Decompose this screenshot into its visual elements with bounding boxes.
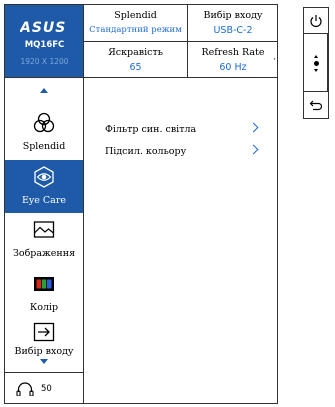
nav-item-splendid[interactable]: Splendid (5, 106, 83, 160)
refresh-rate-status-value: 60 Hz (219, 62, 247, 73)
osd-menu: ASUS MQ16FC 1920 X 1200 Splendid Стандар… (4, 4, 278, 404)
chevron-right-icon (248, 122, 259, 133)
brightness-status-label: Яскравість (108, 47, 163, 58)
menu-item-blue-light-filter[interactable]: Фільтр син. світла (105, 122, 265, 138)
headphones-icon (16, 382, 34, 396)
eye-care-submenu: Фільтр син. світла Підсил. кольору (84, 78, 278, 404)
nav-item-image[interactable]: Зображення (5, 213, 83, 267)
image-icon (33, 221, 55, 238)
nav-item-color[interactable]: Колір (5, 267, 83, 321)
nav-item-label: Колір (29, 302, 59, 313)
refresh-rate-status-label: Refresh Rate (201, 47, 265, 58)
power-icon (310, 15, 322, 28)
color-icon (34, 277, 54, 291)
splendid-status-label: Splendid (114, 10, 157, 21)
back-icon (309, 100, 323, 111)
header-dot-icon: · (273, 55, 276, 65)
asus-logo: ASUS (20, 20, 66, 33)
chevron-right-icon (248, 144, 259, 155)
menu-item-label: Фільтр син. світла (105, 124, 197, 135)
input-status-value: USB-C-2 (213, 25, 253, 36)
volume-value: 50 (41, 384, 52, 394)
model-name: MQ16FC (24, 40, 65, 50)
brand-panel: ASUS MQ16FC 1920 X 1200 (5, 5, 84, 78)
hardware-key-guide (303, 7, 329, 119)
resolution-readout: 1920 X 1200 (20, 57, 69, 66)
nav-item-label: Вибір входу (14, 346, 74, 357)
main-menu-nav: Splendid Eye Care Зображення Колір Вибір… (5, 78, 84, 373)
splendid-status: Splendid Стандартний режим (84, 5, 188, 42)
nav-item-label: Зображення (12, 248, 76, 259)
brightness-status-value: 65 (129, 62, 142, 73)
nav-item-input-select[interactable]: Вибір входу (5, 321, 83, 358)
refresh-rate-status: Refresh Rate 60 Hz · (188, 42, 278, 78)
navigation-joystick-key[interactable] (304, 34, 328, 92)
joystick-down-icon (314, 69, 318, 72)
svg-text:ASUS: ASUS (20, 20, 66, 33)
splendid-icon (33, 112, 55, 133)
nav-item-label: Splendid (22, 141, 66, 152)
power-key[interactable] (304, 8, 328, 34)
brightness-status: Яскравість 65 (84, 42, 188, 78)
navigation-joystick-icon (314, 55, 318, 58)
footer-volume: 50 (5, 373, 84, 404)
back-key[interactable] (304, 92, 328, 119)
nav-item-label: Eye Care (21, 195, 67, 206)
menu-item-label: Підсил. кольору (105, 146, 187, 157)
joystick-dot-icon (314, 61, 319, 66)
input-select-icon (33, 322, 55, 342)
input-status-label: Вибір входу (203, 10, 263, 21)
nav-item-eye-care[interactable]: Eye Care (5, 160, 83, 213)
eye-icon (34, 166, 54, 188)
input-status: Вибір входу USB-C-2 (188, 5, 278, 42)
menu-item-color-augmentation[interactable]: Підсил. кольору (105, 144, 265, 160)
splendid-status-value: Стандартний режим (89, 25, 182, 35)
scroll-up-icon[interactable] (40, 88, 48, 93)
scroll-down-icon[interactable] (40, 359, 48, 364)
